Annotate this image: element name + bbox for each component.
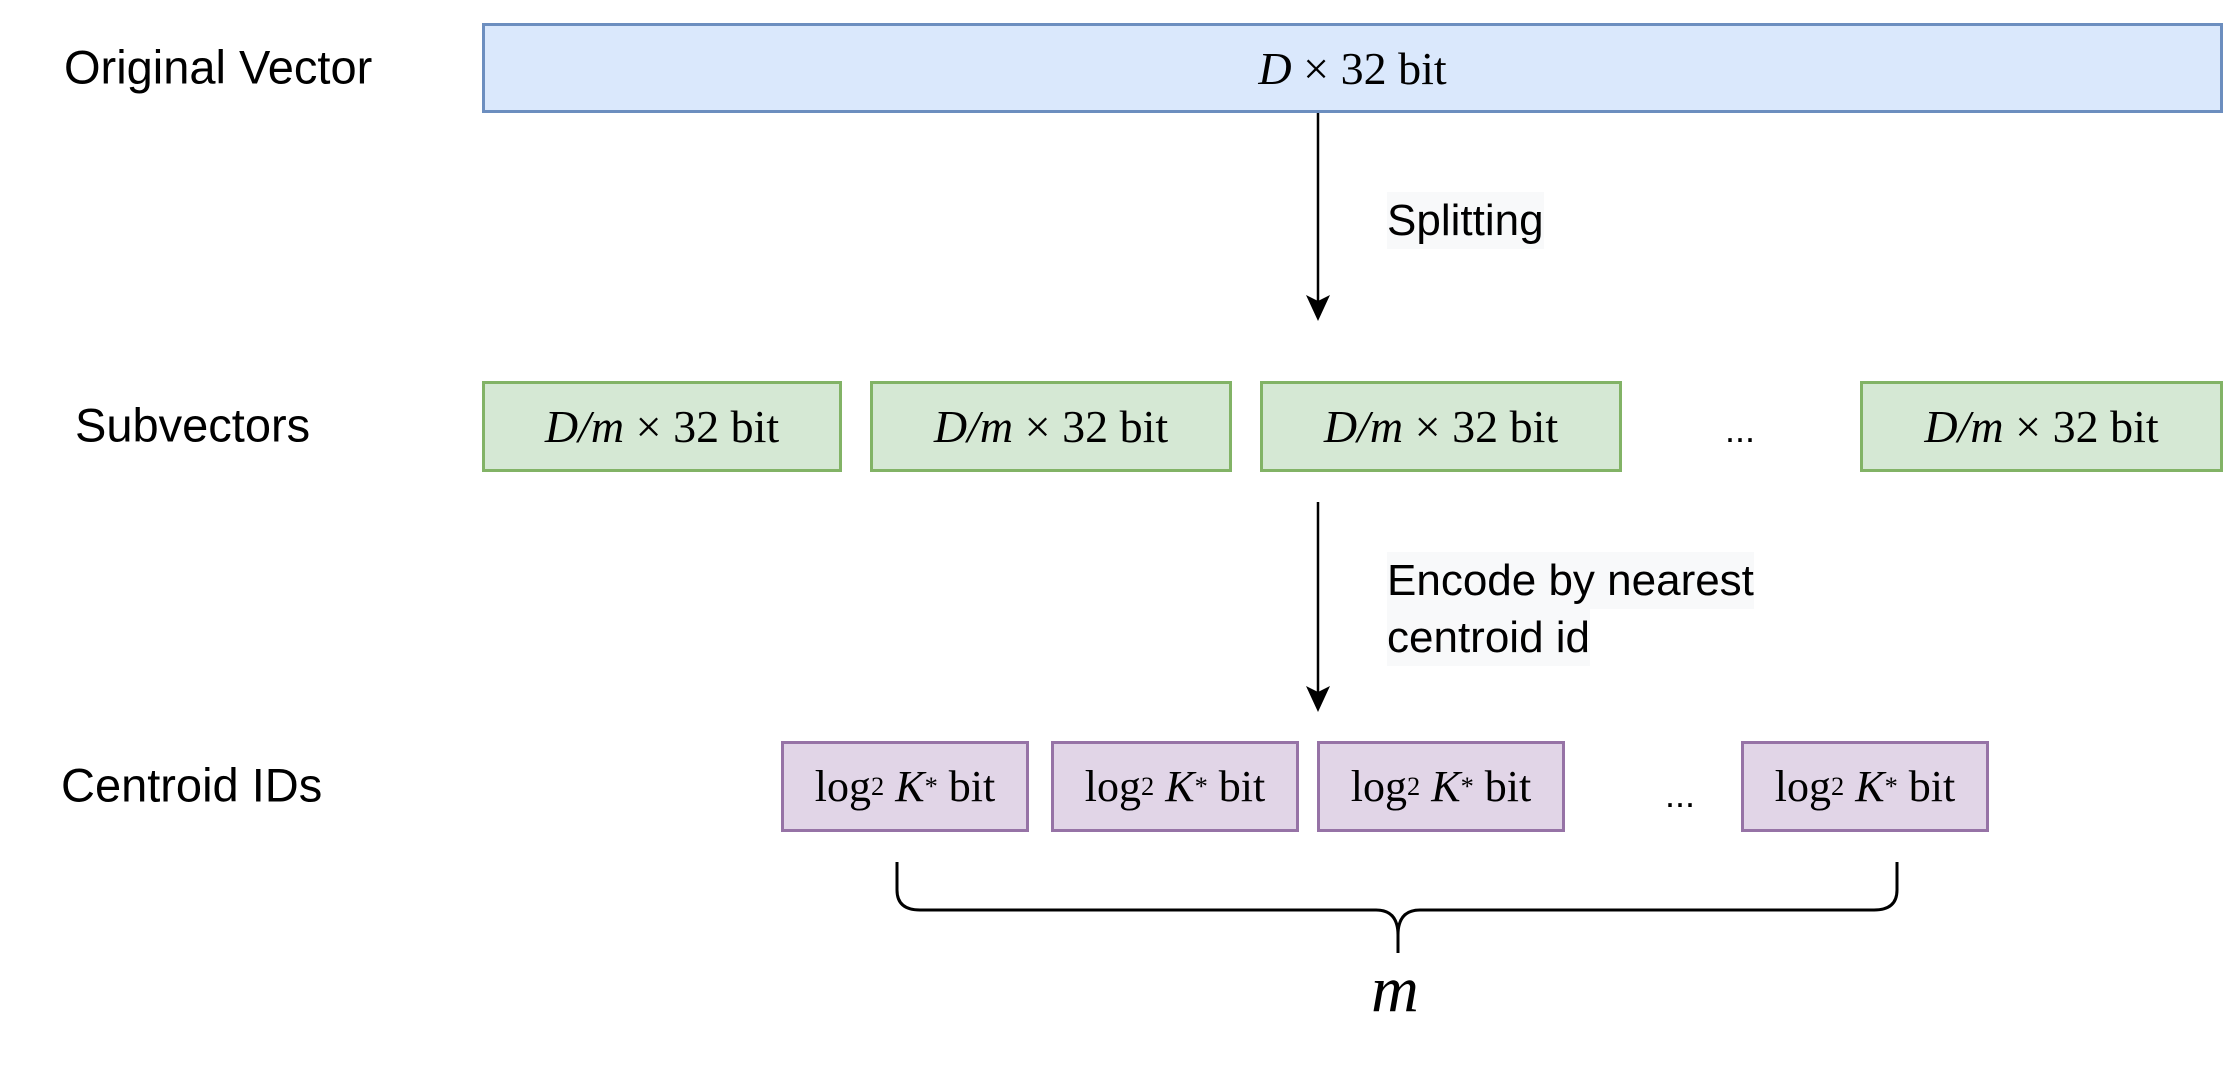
connectors [895,113,1899,953]
edge-label-splitting: Splitting [1387,192,1544,249]
edge-label-encode-line2: centroid id [1387,609,1591,666]
subvector-box: D/m × 32 bit [1260,381,1622,472]
arrow-encode [1306,502,1330,712]
edge-label-encode-line1: Encode by nearest [1387,552,1754,609]
centroid-id-box: log 2 K * bit [1741,741,1989,832]
centroid-ellipsis: ... [1664,774,1696,815]
brace-label-m: m [1371,953,1419,1026]
centroid-id-box: log 2 K * bit [1317,741,1565,832]
subvector-box: D/m × 32 bit [870,381,1232,472]
subvector-box: D/m × 32 bit [1860,381,2223,472]
centroid-id-box: log 2 K * bit [781,741,1029,832]
subvector-box: D/m × 32 bit [482,381,842,472]
arrow-splitting [1306,113,1330,321]
curly-brace [895,862,1899,953]
subvector-ellipsis: ... [1724,409,1756,450]
centroid-id-box: log 2 K * bit [1051,741,1299,832]
